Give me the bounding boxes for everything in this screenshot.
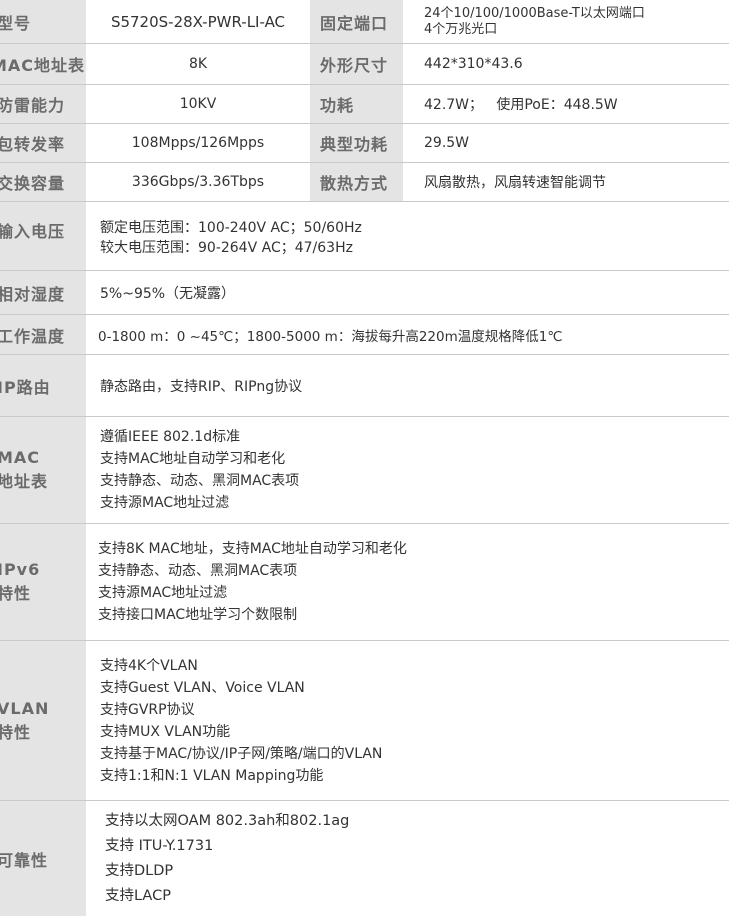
row-input-voltage: 输入电压 额定电压范围：100-240V AC；50/60Hz 较大电压范围：9… <box>0 202 729 271</box>
row-ip-routing: IP路由 静态路由，支持RIP、RIPng协议 <box>0 355 729 417</box>
label-mac-table: MAC地址表 <box>0 44 86 84</box>
input-voltage-line: 额定电压范围：100-240V AC；50/60Hz <box>100 220 362 236</box>
label-forwarding: 包转发率 <box>0 124 86 162</box>
row-switching: 交换容量 336Gbps/3.36Tbps 散热方式 风扇散热，风扇转速智能调节 <box>0 163 729 202</box>
reliability-line: 支持 ITU-Y.1731 <box>105 837 214 854</box>
value-typical-power: 29.5W <box>424 135 470 151</box>
value-forwarding: 108Mpps/126Mpps <box>131 135 265 151</box>
value-power: 42.7W； 使用PoE：448.5W <box>424 97 618 113</box>
mac-feature-line: 支持静态、动态、黑洞MAC表项 <box>100 473 300 489</box>
reliability-line: 支持LACP <box>105 887 171 904</box>
label-typical-power: 典型功耗 <box>310 124 403 162</box>
vlan-feature-line: 支持Guest VLAN、Voice VLAN <box>100 679 305 696</box>
value-mac-table: 8K <box>188 56 208 72</box>
value-temperature: 0-1800 m：0 ~45℃；1800-5000 m：海拔每升高220m温度规… <box>98 328 563 345</box>
row-forwarding: 包转发率 108Mpps/126Mpps 典型功耗 29.5W <box>0 124 729 163</box>
row-mac-features: MAC 地址表 遵循IEEE 802.1d标准 支持MAC地址自动学习和老化 支… <box>0 417 729 524</box>
mac-feature-line: 支持源MAC地址过滤 <box>100 495 230 511</box>
ipv6-feature-line: 支持接口MAC地址学习个数限制 <box>98 607 298 623</box>
value-switching: 336Gbps/3.36Tbps <box>131 174 265 190</box>
label-vlan-features: VLAN 特性 <box>0 641 86 800</box>
vlan-feature-line: 支持4K个VLAN <box>100 657 198 674</box>
label-fixed-ports: 固定端口 <box>310 0 403 43</box>
row-reliability: 可靠性 支持以太网OAM 802.3ah和802.1ag 支持 ITU-Y.17… <box>0 801 729 916</box>
value-humidity: 5%~95%（无凝露） <box>100 285 236 302</box>
value-input-voltage: 额定电压范围：100-240V AC；50/60Hz 较大电压范围：90-264… <box>100 202 720 270</box>
label-mac-features: MAC 地址表 <box>0 417 86 523</box>
input-voltage-line: 较大电压范围：90-264V AC；47/63Hz <box>100 240 353 256</box>
label-power: 功耗 <box>310 85 403 123</box>
vlan-feature-line: 支持GVRP协议 <box>100 701 195 718</box>
vlan-feature-line: 支持MUX VLAN功能 <box>100 723 231 740</box>
value-ipv6-features: 支持8K MAC地址，支持MAC地址自动学习和老化 支持静态、动态、黑洞MAC表… <box>98 524 720 640</box>
label-humidity: 相对湿度 <box>0 271 86 314</box>
label-switching: 交换容量 <box>0 163 86 201</box>
row-ipv6-features: IPv6 特性 支持8K MAC地址，支持MAC地址自动学习和老化 支持静态、动… <box>0 524 729 641</box>
fixed-ports-line: 4个万兆光口 <box>424 21 498 37</box>
mac-feature-line: 遵循IEEE 802.1d标准 <box>100 429 241 445</box>
row-humidity: 相对湿度 5%~95%（无凝露） <box>0 271 729 315</box>
value-ip-routing: 静态路由，支持RIP、RIPng协议 <box>100 379 303 395</box>
ipv6-feature-line: 支持源MAC地址过滤 <box>98 585 228 601</box>
row-mac-table: MAC地址表 8K 外形尺寸 442*310*43.6 <box>0 44 729 85</box>
row-model: 型号 S5720S-28X-PWR-LI-AC 固定端口 24个10/100/1… <box>0 0 729 44</box>
spec-table: 型号 S5720S-28X-PWR-LI-AC 固定端口 24个10/100/1… <box>0 0 729 916</box>
value-model: S5720S-28X-PWR-LI-AC <box>110 12 286 31</box>
label-input-voltage: 输入电压 <box>0 202 86 270</box>
reliability-line: 支持以太网OAM 802.3ah和802.1ag <box>105 812 350 829</box>
label-temperature: 工作温度 <box>0 315 86 354</box>
reliability-line: 支持DLDP <box>105 862 174 879</box>
row-surge: 防雷能力 10KV 功耗 42.7W； 使用PoE：448.5W <box>0 85 729 124</box>
label-dimensions: 外形尺寸 <box>310 44 403 84</box>
mac-feature-line: 支持MAC地址自动学习和老化 <box>100 451 286 467</box>
value-mac-features: 遵循IEEE 802.1d标准 支持MAC地址自动学习和老化 支持静态、动态、黑… <box>100 417 720 523</box>
value-cooling: 风扇散热，风扇转速智能调节 <box>424 175 606 191</box>
vlan-feature-line: 支持1:1和N:1 VLAN Mapping功能 <box>100 767 324 784</box>
fixed-ports-line: 24个10/100/1000Base-T以太网端口 <box>424 5 645 21</box>
row-vlan-features: VLAN 特性 支持4K个VLAN 支持Guest VLAN、Voice VLA… <box>0 641 729 801</box>
row-temperature: 工作温度 0-1800 m：0 ~45℃；1800-5000 m：海拔每升高22… <box>0 315 729 355</box>
vlan-feature-line: 支持基于MAC/协议/IP子网/策略/端口的VLAN <box>100 745 383 762</box>
label-model: 型号 <box>0 0 86 43</box>
value-reliability: 支持以太网OAM 802.3ah和802.1ag 支持 ITU-Y.1731 支… <box>105 801 720 916</box>
label-cooling: 散热方式 <box>310 163 403 201</box>
label-reliability: 可靠性 <box>0 801 86 916</box>
ipv6-feature-line: 支持静态、动态、黑洞MAC表项 <box>98 563 298 579</box>
label-surge: 防雷能力 <box>0 85 86 123</box>
ipv6-feature-line: 支持8K MAC地址，支持MAC地址自动学习和老化 <box>98 541 407 557</box>
label-ip-routing: IP路由 <box>0 355 86 416</box>
value-dimensions: 442*310*43.6 <box>424 56 523 72</box>
value-fixed-ports: 24个10/100/1000Base-T以太网端口 4个万兆光口 <box>424 0 724 43</box>
value-vlan-features: 支持4K个VLAN 支持Guest VLAN、Voice VLAN 支持GVRP… <box>100 641 720 800</box>
label-ipv6-features: IPv6 特性 <box>0 524 86 640</box>
value-surge: 10KV <box>179 96 217 112</box>
